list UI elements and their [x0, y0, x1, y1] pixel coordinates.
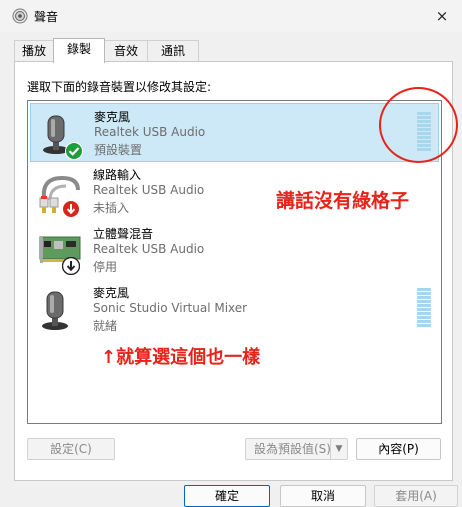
down-arrow-black-badge-icon	[62, 257, 80, 275]
device-status: 未插入	[93, 201, 130, 215]
device-driver: Realtek USB Audio	[93, 183, 205, 197]
microphone-icon	[42, 291, 68, 330]
chevron-down-icon[interactable]: ▼	[330, 439, 347, 459]
device-list[interactable]: 麥克風 Realtek USB Audio 預設裝置 線路輸入 Realtek …	[27, 100, 442, 424]
close-button[interactable]: ×	[422, 0, 462, 32]
close-icon: ×	[435, 7, 449, 25]
down-arrow-red-badge-icon	[62, 200, 80, 218]
configure-button[interactable]: 設定(C)	[27, 438, 115, 460]
tab-playback[interactable]: 播放	[14, 40, 54, 62]
tab-effects[interactable]: 音效	[104, 40, 148, 62]
speaker-icon	[12, 8, 28, 24]
check-badge-icon	[65, 142, 83, 160]
device-status: 停用	[93, 260, 118, 274]
device-name: 麥克風	[93, 286, 130, 300]
annotation-same-either: ↑就算選這個也一樣	[101, 347, 261, 368]
instruction-text: 選取下面的錄音裝置以修改其設定:	[27, 80, 212, 94]
tab-communications[interactable]: 通訊	[147, 40, 199, 62]
set-default-button[interactable]: 設為預設值(S) ▼	[245, 438, 348, 460]
window-title: 聲音	[34, 10, 59, 24]
set-default-label: 設為預設值(S)	[254, 442, 331, 456]
annotation-circle	[379, 87, 458, 163]
device-name: 麥克風	[94, 110, 131, 124]
cancel-button[interactable]: 取消	[280, 485, 366, 507]
annotation-no-bars: 講話沒有綠格子	[276, 190, 410, 212]
ok-button[interactable]: 確定	[184, 485, 270, 507]
device-item-microphone-sonic[interactable]: 麥克風 Sonic Studio Virtual Mixer 就緒	[30, 280, 437, 337]
title-bar: 聲音 ×	[0, 0, 462, 32]
level-meter	[417, 288, 431, 327]
device-driver: Sonic Studio Virtual Mixer	[93, 301, 248, 315]
device-item-microphone-realtek[interactable]: 麥克風 Realtek USB Audio 預設裝置	[30, 103, 439, 162]
apply-button[interactable]: 套用(A)	[374, 485, 458, 507]
device-status: 預設裝置	[94, 143, 143, 157]
device-driver: Realtek USB Audio	[93, 242, 205, 256]
device-driver: Realtek USB Audio	[94, 125, 206, 139]
device-name: 立體聲混音	[93, 227, 154, 241]
device-name: 線路輸入	[93, 168, 142, 182]
device-item-stereo-mix[interactable]: 立體聲混音 Realtek USB Audio 停用	[30, 221, 437, 278]
tab-recording[interactable]: 錄製	[53, 38, 105, 63]
properties-button[interactable]: 內容(P)	[356, 438, 441, 460]
device-status: 就緒	[93, 319, 118, 333]
